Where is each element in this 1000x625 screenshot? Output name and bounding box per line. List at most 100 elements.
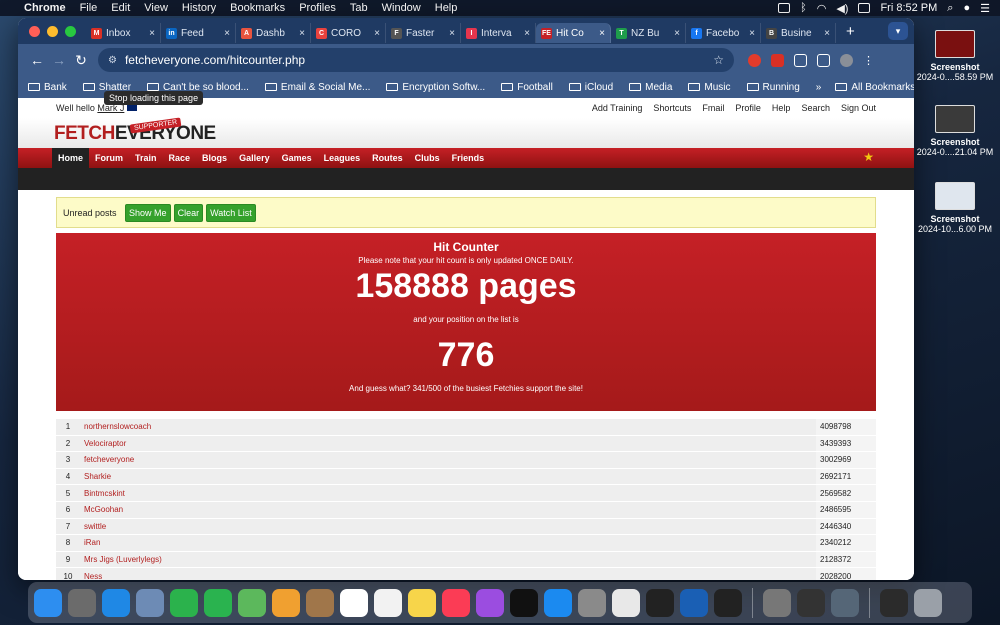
runner-name-link[interactable]: Ness: [80, 568, 816, 580]
stop-loading-button[interactable]: ↻: [70, 52, 92, 69]
spotlight-icon[interactable]: ⌕: [947, 2, 953, 15]
wifi-icon[interactable]: ◠: [817, 2, 827, 15]
bookmark-item[interactable]: Football: [501, 82, 553, 93]
downloads-icon[interactable]: [880, 588, 908, 617]
tab-close-icon[interactable]: ×: [299, 28, 305, 39]
audio-icon[interactable]: [680, 588, 708, 617]
star-icon[interactable]: ★: [863, 150, 874, 164]
app-name[interactable]: Chrome: [24, 2, 66, 14]
minimize-window-button[interactable]: [47, 25, 58, 37]
address-bar[interactable]: ⚙ fetcheveryone.com/hitcounter.php ☆: [98, 48, 734, 72]
nav-race[interactable]: Race: [163, 148, 197, 168]
migration-icon[interactable]: [831, 588, 859, 617]
tab-close-icon[interactable]: ×: [824, 28, 830, 39]
trash-icon[interactable]: [914, 588, 942, 617]
messages-icon[interactable]: [204, 588, 232, 617]
tab-10[interactable]: B Busine ×: [761, 23, 836, 43]
unity-icon[interactable]: [646, 588, 674, 617]
extension-clipboard-icon[interactable]: [794, 53, 807, 67]
nav-clubs[interactable]: Clubs: [409, 148, 446, 168]
clock[interactable]: Fri 8:52 PM: [880, 2, 937, 14]
browser-menu-icon[interactable]: ⋮: [863, 54, 874, 67]
nav-home[interactable]: Home: [52, 148, 90, 168]
tab-close-icon[interactable]: ×: [599, 28, 605, 39]
profile-avatar-icon[interactable]: [840, 53, 853, 67]
menu-bookmarks[interactable]: Bookmarks: [230, 2, 285, 14]
nav-gallery[interactable]: Gallery: [233, 148, 276, 168]
bookmark-item[interactable]: Running: [746, 82, 800, 93]
watch-list-button[interactable]: Watch List: [206, 203, 256, 222]
all-bookmarks[interactable]: All Bookmarks: [835, 82, 914, 93]
finder-icon[interactable]: [34, 588, 62, 617]
nav-blogs[interactable]: Blogs: [196, 148, 233, 168]
menu-file[interactable]: File: [80, 2, 98, 14]
tab-3[interactable]: A Dashb ×: [236, 23, 311, 43]
nav-forum[interactable]: Forum: [89, 148, 129, 168]
calendar-icon[interactable]: [340, 588, 368, 617]
control-center-icon[interactable]: ☰: [980, 2, 990, 15]
runner-name-link[interactable]: iRan: [80, 535, 816, 551]
tab-7[interactable]: FE Hit Co ×: [536, 23, 611, 43]
volume-icon[interactable]: ◀): [836, 2, 848, 15]
runner-name-link[interactable]: northernslowcoach: [80, 419, 816, 435]
extensions-puzzle-icon[interactable]: [817, 53, 830, 67]
contacts-icon[interactable]: [306, 588, 334, 617]
tool-icon[interactable]: [797, 588, 825, 617]
app-store-icon[interactable]: [544, 588, 572, 617]
facetime-icon[interactable]: [170, 588, 198, 617]
chrome-icon[interactable]: [612, 588, 640, 617]
bookmark-star-icon[interactable]: ☆: [713, 53, 724, 67]
menu-help[interactable]: Help: [435, 2, 458, 14]
menu-edit[interactable]: Edit: [111, 2, 130, 14]
nav-train[interactable]: Train: [129, 148, 163, 168]
nav-leagues[interactable]: Leagues: [318, 148, 367, 168]
tab-search-button[interactable]: ▾: [888, 22, 908, 40]
menu-profiles[interactable]: Profiles: [299, 2, 336, 14]
extension-red-icon[interactable]: [748, 53, 761, 67]
reminders-icon[interactable]: [374, 588, 402, 617]
utility-icon[interactable]: [763, 588, 791, 617]
back-button[interactable]: ←: [26, 52, 48, 68]
tab-8[interactable]: T NZ Bu ×: [611, 23, 686, 43]
runner-name-link[interactable]: Mrs Jigs (Luverlylegs): [80, 551, 816, 568]
tab-close-icon[interactable]: ×: [524, 28, 530, 39]
top-link[interactable]: Search: [801, 103, 830, 113]
safari-icon[interactable]: [102, 588, 130, 617]
top-link[interactable]: Sign Out: [841, 103, 876, 113]
tab-5[interactable]: F Faster ×: [386, 23, 461, 43]
menu-history[interactable]: History: [182, 2, 216, 14]
runner-name-link[interactable]: Sharkie: [80, 468, 816, 485]
new-tab-button[interactable]: +: [836, 23, 865, 40]
music-icon[interactable]: [442, 588, 470, 617]
desktop-file[interactable]: Screenshot 2024-0....58.59 PM: [915, 30, 995, 82]
top-link[interactable]: Shortcuts: [653, 103, 691, 113]
tab-4[interactable]: C CORO ×: [311, 23, 386, 43]
preview-icon[interactable]: [136, 588, 164, 617]
siri-icon[interactable]: ●: [963, 2, 970, 14]
podcasts-icon[interactable]: [476, 588, 504, 617]
bluetooth-icon[interactable]: ᛒ: [800, 2, 807, 14]
extension-badge-icon[interactable]: [771, 53, 784, 67]
forward-button[interactable]: →: [48, 52, 70, 68]
close-window-button[interactable]: [29, 25, 40, 37]
desktop-file[interactable]: Screenshot 2024-0....21.04 PM: [915, 105, 995, 157]
tab-close-icon[interactable]: ×: [224, 28, 230, 39]
menu-view[interactable]: View: [144, 2, 168, 14]
nav-games[interactable]: Games: [276, 148, 318, 168]
runner-name-link[interactable]: fetcheveryone: [80, 452, 816, 468]
tab-close-icon[interactable]: ×: [674, 28, 680, 39]
runner-name-link[interactable]: Bintmcskint: [80, 485, 816, 501]
settings-icon[interactable]: [578, 588, 606, 617]
bookmarks-overflow[interactable]: »: [816, 82, 822, 93]
zoom-window-button[interactable]: [65, 25, 76, 37]
menu-tab[interactable]: Tab: [350, 2, 368, 14]
tab-close-icon[interactable]: ×: [749, 28, 755, 39]
headphones-icon[interactable]: [714, 588, 742, 617]
battery-icon[interactable]: [858, 3, 871, 13]
photos-icon[interactable]: [272, 588, 300, 617]
bookmark-item[interactable]: Email & Social Me...: [264, 82, 370, 93]
bookmark-item[interactable]: iCloud: [568, 82, 613, 93]
bookmark-item[interactable]: Media: [629, 82, 672, 93]
tab-close-icon[interactable]: ×: [449, 28, 455, 39]
tab-close-icon[interactable]: ×: [374, 28, 380, 39]
